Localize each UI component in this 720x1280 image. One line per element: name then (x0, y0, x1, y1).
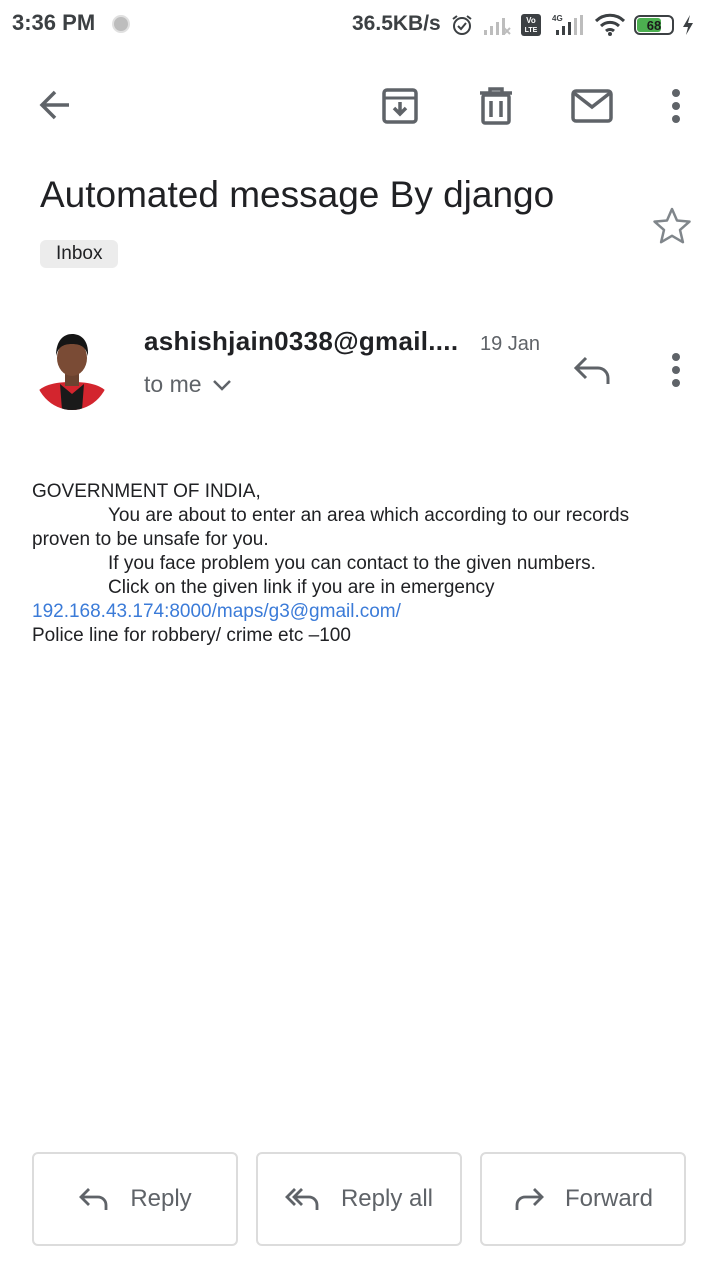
delete-button[interactable] (472, 82, 520, 130)
alarm-icon (452, 15, 472, 35)
emergency-link[interactable]: 192.168.43.174:8000/maps/g3@gmail.com/ (32, 600, 692, 624)
reply-label: Reply (130, 1185, 192, 1212)
status-icons: Vo LTE 4G 68 (450, 10, 694, 40)
notification-dot-icon (112, 15, 130, 33)
recipient-label: to me (144, 371, 202, 397)
sender-email[interactable]: ashishjain0338@gmail.... (144, 326, 458, 357)
reply-icon (573, 356, 610, 384)
network-speed: 36.5KB/s (352, 12, 441, 35)
email-subject: Automated message By django (40, 174, 555, 215)
recipient-details[interactable]: to me (144, 371, 232, 398)
reply-button[interactable]: Reply (32, 1152, 238, 1246)
reply-icon (79, 1188, 108, 1210)
signal-weak-icon (484, 18, 511, 35)
message-more-button[interactable] (656, 346, 696, 394)
charging-icon (683, 15, 693, 35)
volte-icon: Vo LTE (521, 14, 541, 36)
sender-avatar[interactable] (34, 328, 110, 410)
email-date: 19 Jan (480, 333, 541, 355)
more-options-button[interactable] (656, 82, 696, 130)
battery-icon: 68 (634, 15, 674, 35)
reply-all-label: Reply all (340, 1185, 434, 1212)
svg-text:Vo: Vo (526, 16, 536, 25)
email-body: GOVERNMENT OF INDIA, You are about to en… (32, 480, 692, 648)
archive-button[interactable] (376, 82, 424, 130)
body-line: Click on the given link if you are in em… (108, 577, 495, 598)
status-time: 3:36 PM (12, 10, 96, 35)
svg-text:LTE: LTE (525, 27, 538, 34)
battery-level: 68 (646, 17, 662, 33)
trash-icon (480, 87, 512, 125)
reply-icon-button[interactable] (566, 348, 618, 392)
body-line: If you face problem you can contact to t… (108, 553, 596, 574)
more-vertical-icon (672, 89, 680, 123)
body-line: GOVERNMENT OF INDIA, (32, 481, 261, 502)
body-line: proven to be unsafe for you. (32, 529, 269, 550)
forward-label: Forward (564, 1185, 654, 1212)
star-button[interactable] (648, 202, 696, 250)
svg-text:4G: 4G (552, 14, 563, 23)
signal-4g-icon: 4G (552, 14, 583, 35)
archive-icon (382, 88, 418, 124)
body-line: You are about to enter an area which acc… (108, 505, 630, 526)
body-line: Police line for robbery/ crime etc –100 (32, 625, 351, 646)
avatar-photo (34, 328, 110, 410)
wifi-icon (594, 13, 626, 36)
mail-icon (571, 89, 613, 123)
back-button[interactable] (30, 80, 80, 130)
reply-all-button[interactable]: Reply all (256, 1152, 462, 1246)
chevron-down-icon (212, 379, 231, 391)
label-chip[interactable]: Inbox (40, 240, 119, 268)
forward-icon (515, 1188, 544, 1210)
more-vertical-icon (672, 353, 680, 387)
reply-all-icon (284, 1188, 319, 1210)
forward-button[interactable]: Forward (480, 1152, 686, 1246)
mark-unread-button[interactable] (566, 82, 618, 130)
star-icon (653, 207, 691, 244)
arrow-back-icon (39, 90, 69, 120)
